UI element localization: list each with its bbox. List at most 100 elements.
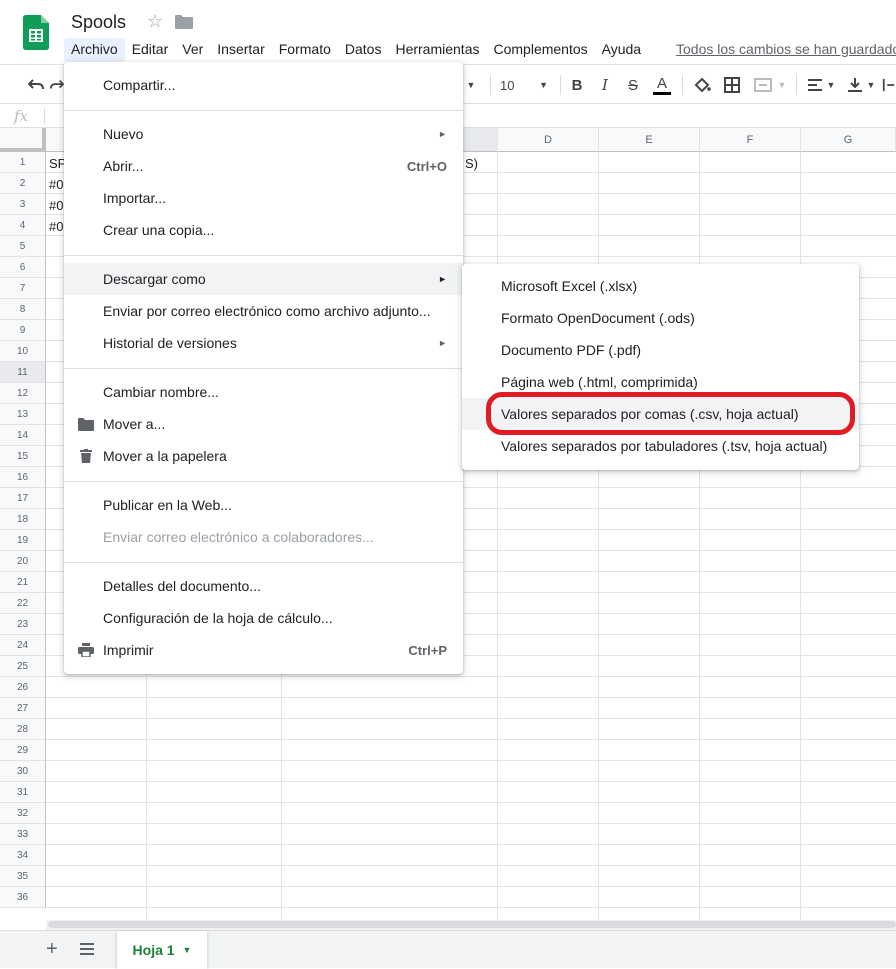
menu-item-enviar-adjunto[interactable]: Enviar por correo electrónico como archi… bbox=[64, 295, 463, 327]
redo-icon[interactable] bbox=[50, 73, 64, 97]
row-header-3[interactable]: 3 bbox=[0, 194, 46, 215]
row-header-20[interactable]: 20 bbox=[0, 551, 46, 572]
menu-item-cambiar-nombre[interactable]: Cambiar nombre... bbox=[64, 376, 463, 408]
cell-a4[interactable]: #0 bbox=[49, 219, 63, 234]
column-header-e[interactable]: E bbox=[599, 128, 700, 152]
menu-item-nuevo[interactable]: Nuevo ► bbox=[64, 118, 463, 150]
merge-cells-icon[interactable]: ▼ bbox=[750, 73, 790, 97]
save-status-link[interactable]: Todos los cambios se han guardado bbox=[676, 41, 896, 57]
select-all-corner[interactable] bbox=[0, 128, 46, 152]
column-header-f[interactable]: F bbox=[700, 128, 801, 152]
menu-item-imprimir[interactable]: Imprimir Ctrl+P bbox=[64, 634, 463, 666]
row-header-21[interactable]: 21 bbox=[0, 572, 46, 593]
menu-item-publicar-web[interactable]: Publicar en la Web... bbox=[64, 489, 463, 521]
strikethrough-icon[interactable]: S bbox=[622, 73, 644, 97]
bold-icon[interactable]: B bbox=[566, 73, 588, 97]
row-header-27[interactable]: 27 bbox=[0, 698, 46, 719]
menu-formato[interactable]: Formato bbox=[272, 38, 338, 62]
row-header-25[interactable]: 25 bbox=[0, 656, 46, 677]
row-header-11[interactable]: 11 bbox=[0, 362, 46, 383]
undo-icon[interactable] bbox=[24, 73, 48, 97]
fill-color-icon[interactable] bbox=[690, 73, 714, 97]
row-header-36[interactable]: 36 bbox=[0, 887, 46, 908]
italic-icon[interactable]: I bbox=[594, 73, 616, 97]
sheet-tab-hoja1[interactable]: Hoja 1 ▼ bbox=[117, 931, 207, 969]
row-header-33[interactable]: 33 bbox=[0, 824, 46, 845]
menu-item-crear-copia[interactable]: Crear una copia... bbox=[64, 214, 463, 246]
row-header-24[interactable]: 24 bbox=[0, 635, 46, 656]
row-header-35[interactable]: 35 bbox=[0, 866, 46, 887]
menu-item-configuracion-hoja[interactable]: Configuración de la hoja de cálculo... bbox=[64, 602, 463, 634]
cell-c1-overflow-text[interactable]: S) bbox=[465, 156, 478, 171]
row-header-14[interactable]: 14 bbox=[0, 425, 46, 446]
chevron-down-icon[interactable]: ▼ bbox=[183, 945, 192, 955]
vertical-align-icon[interactable]: ▼ bbox=[844, 73, 878, 97]
menu-item-abrir[interactable]: Abrir... Ctrl+O bbox=[64, 150, 463, 182]
row-header-19[interactable]: 19 bbox=[0, 530, 46, 551]
menu-item-mover-a[interactable]: Mover a... bbox=[64, 408, 463, 440]
menu-datos[interactable]: Datos bbox=[338, 38, 389, 62]
text-wrap-icon[interactable] bbox=[882, 73, 896, 97]
download-ods[interactable]: Formato OpenDocument (.ods) bbox=[462, 302, 859, 334]
column-header-d[interactable]: D bbox=[498, 128, 599, 152]
row-header-2[interactable]: 2 bbox=[0, 173, 46, 194]
row-header-18[interactable]: 18 bbox=[0, 509, 46, 530]
row-header-5[interactable]: 5 bbox=[0, 236, 46, 257]
printer-icon bbox=[77, 641, 95, 659]
folder-icon[interactable] bbox=[175, 15, 193, 29]
text-color-icon[interactable]: A bbox=[650, 73, 674, 97]
menu-item-mover-papelera[interactable]: Mover a la papelera bbox=[64, 440, 463, 472]
all-sheets-icon[interactable] bbox=[80, 942, 94, 956]
add-sheet-icon[interactable]: + bbox=[46, 938, 58, 961]
row-header-34[interactable]: 34 bbox=[0, 845, 46, 866]
row-header-30[interactable]: 30 bbox=[0, 761, 46, 782]
menu-archivo[interactable]: Archivo bbox=[64, 38, 125, 62]
download-pdf[interactable]: Documento PDF (.pdf) bbox=[462, 334, 859, 366]
sheets-logo-icon[interactable] bbox=[23, 15, 49, 50]
menu-item-descargar-como[interactable]: Descargar como ► bbox=[64, 263, 463, 295]
menu-ayuda[interactable]: Ayuda bbox=[595, 38, 648, 62]
row-header-7[interactable]: 7 bbox=[0, 278, 46, 299]
menu-insertar[interactable]: Insertar bbox=[210, 38, 271, 62]
column-header-g[interactable]: G bbox=[801, 128, 896, 152]
menu-editar[interactable]: Editar bbox=[125, 38, 176, 62]
row-header-26[interactable]: 26 bbox=[0, 677, 46, 698]
menu-complementos[interactable]: Complementos bbox=[486, 38, 594, 62]
row-header-10[interactable]: 10 bbox=[0, 341, 46, 362]
submenu-arrow-icon: ► bbox=[438, 338, 447, 348]
row-header-1[interactable]: 1 bbox=[0, 152, 46, 173]
cell-a2[interactable]: #0 bbox=[49, 177, 63, 192]
row-header-8[interactable]: 8 bbox=[0, 299, 46, 320]
download-xlsx[interactable]: Microsoft Excel (.xlsx) bbox=[462, 270, 859, 302]
font-size-value: 10 bbox=[500, 77, 515, 93]
menu-ver[interactable]: Ver bbox=[175, 38, 210, 62]
row-header-12[interactable]: 12 bbox=[0, 383, 46, 404]
row-header-23[interactable]: 23 bbox=[0, 614, 46, 635]
row-header-13[interactable]: 13 bbox=[0, 404, 46, 425]
row-header-17[interactable]: 17 bbox=[0, 488, 46, 509]
row-header-28[interactable]: 28 bbox=[0, 719, 46, 740]
horizontal-align-icon[interactable]: ▼ bbox=[804, 73, 838, 97]
row-header-31[interactable]: 31 bbox=[0, 782, 46, 803]
menu-item-importar[interactable]: Importar... bbox=[64, 182, 463, 214]
horizontal-scrollbar-thumb[interactable] bbox=[48, 921, 896, 928]
row-header-6[interactable]: 6 bbox=[0, 257, 46, 278]
star-icon[interactable]: ☆ bbox=[147, 11, 163, 32]
row-header-4[interactable]: 4 bbox=[0, 215, 46, 236]
menu-item-compartir[interactable]: Compartir... bbox=[64, 69, 463, 101]
row-header-9[interactable]: 9 bbox=[0, 320, 46, 341]
menu-herramientas[interactable]: Herramientas bbox=[388, 38, 486, 62]
row-header-29[interactable]: 29 bbox=[0, 740, 46, 761]
menu-item-historial-versiones[interactable]: Historial de versiones ► bbox=[64, 327, 463, 359]
document-title[interactable]: Spools bbox=[71, 12, 126, 33]
row-header-15[interactable]: 15 bbox=[0, 446, 46, 467]
app-header: Spools ☆ Archivo Editar Ver Insertar For… bbox=[0, 0, 896, 64]
row-header-16[interactable]: 16 bbox=[0, 467, 46, 488]
row-header-32[interactable]: 32 bbox=[0, 803, 46, 824]
chevron-down-icon[interactable]: ▼ bbox=[464, 73, 478, 97]
font-size-select[interactable]: 10 ▼ bbox=[494, 73, 554, 97]
menu-item-detalles-documento[interactable]: Detalles del documento... bbox=[64, 570, 463, 602]
cell-a3[interactable]: #0 bbox=[49, 198, 63, 213]
row-header-22[interactable]: 22 bbox=[0, 593, 46, 614]
borders-icon[interactable] bbox=[720, 73, 744, 97]
